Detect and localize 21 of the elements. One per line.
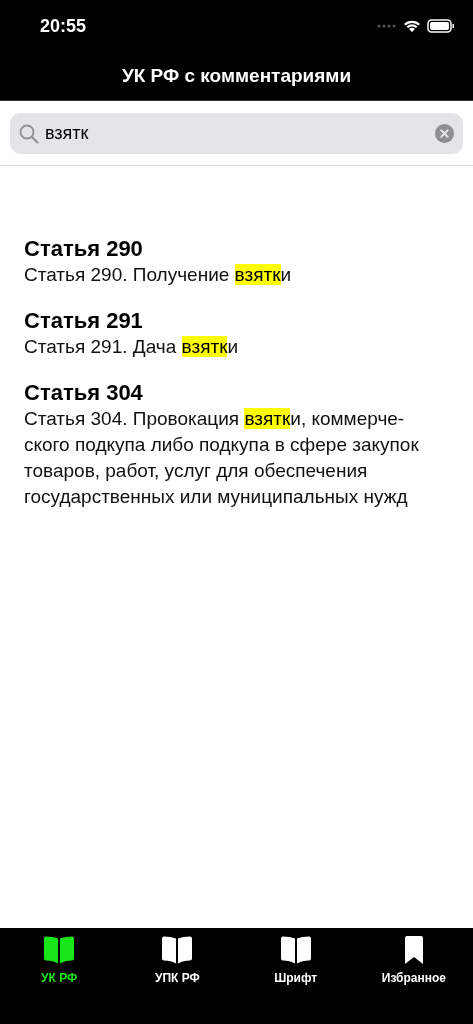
wifi-icon — [403, 19, 421, 33]
bookmark-icon — [403, 936, 424, 965]
search-icon — [19, 123, 39, 144]
article-description[interactable]: Статья 304. Провокация взятки, коммерче-ского подкупа либо подкупа в сфере закупок товаров, работ, услуг для обеспечения государственных или муниципальных нужд — [24, 406, 439, 510]
search-field[interactable]: взятк — [10, 113, 463, 154]
tab-item[interactable]: УПК РФ — [118, 936, 237, 985]
tab-item[interactable]: Избранное — [354, 936, 473, 985]
clear-icon[interactable] — [435, 124, 454, 143]
signal-icon — [377, 24, 397, 28]
book-icon — [43, 936, 76, 965]
article-title[interactable]: Статья 304 — [24, 380, 439, 406]
article-title[interactable]: Статья 290 — [24, 236, 439, 262]
status-time: 20:55 — [40, 15, 87, 37]
search-input[interactable]: взятк — [45, 123, 429, 144]
battery-icon — [427, 19, 455, 33]
tab-item[interactable]: Шрифт — [236, 936, 355, 985]
tab-item[interactable]: УК РФ — [0, 936, 119, 985]
screen-title: УК РФ с комментариями — [121, 65, 352, 87]
book-icon — [161, 936, 194, 965]
article-title[interactable]: Статья 291 — [24, 308, 439, 334]
book-icon — [279, 936, 312, 965]
